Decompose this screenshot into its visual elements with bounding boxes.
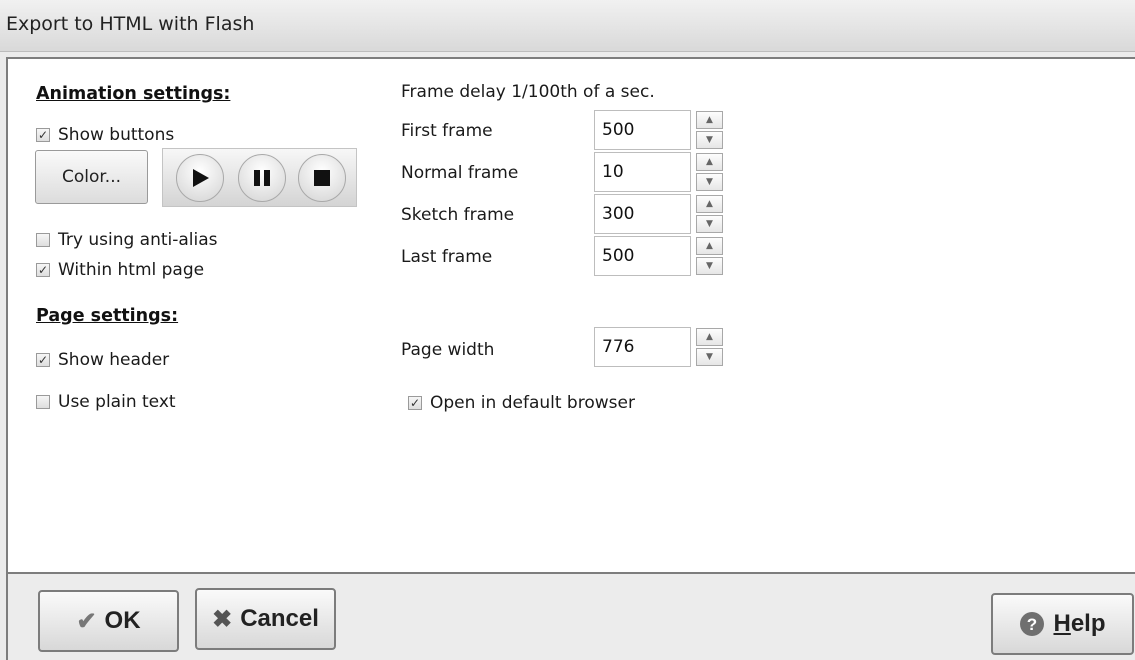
spin-up-icon[interactable]: ▲ [696, 111, 723, 129]
show-header-label: Show header [58, 350, 170, 370]
ok-label: OK [104, 607, 141, 634]
export-dialog: Export to HTML with Flash Animation sett… [0, 0, 1135, 660]
normal-frame-spinner[interactable]: ▲ ▼ [696, 153, 723, 191]
normal-frame-label: Normal frame [401, 163, 519, 183]
spin-down-icon[interactable]: ▼ [696, 257, 723, 275]
ok-button[interactable]: ✔ OK [38, 590, 179, 652]
open-browser-label: Open in default browser [430, 393, 635, 413]
spin-up-icon[interactable]: ▲ [696, 195, 723, 213]
play-icon [193, 169, 209, 187]
spin-up-icon[interactable]: ▲ [696, 153, 723, 171]
check-icon: ✓ [36, 263, 50, 277]
show-header-checkbox[interactable]: ✓ Show header [36, 350, 169, 370]
sketch-frame-spinner[interactable]: ▲ ▼ [696, 195, 723, 233]
last-frame-label: Last frame [401, 247, 493, 267]
frame-delay-heading: Frame delay 1/100th of a sec. [401, 82, 655, 102]
pause-button[interactable] [238, 154, 286, 202]
show-buttons-label: Show buttons [58, 125, 175, 145]
page-width-input[interactable]: 776 [594, 327, 691, 367]
plain-text-label: Use plain text [58, 392, 176, 412]
page-settings-heading: Page settings: [36, 306, 179, 326]
help-button[interactable]: ? Help [991, 593, 1134, 655]
window-title: Export to HTML with Flash [6, 13, 255, 35]
plain-text-checkbox[interactable]: Use plain text [36, 392, 176, 412]
unchecked-box-icon [36, 395, 50, 409]
spin-up-icon[interactable]: ▲ [696, 328, 723, 346]
cancel-label: Cancel [240, 605, 319, 632]
spin-down-icon[interactable]: ▼ [696, 173, 723, 191]
page-width-label: Page width [401, 340, 495, 360]
stop-icon [314, 170, 330, 186]
unchecked-box-icon [36, 233, 50, 247]
help-icon: ? [1020, 612, 1045, 636]
check-icon: ✓ [408, 396, 422, 410]
first-frame-spinner[interactable]: ▲ ▼ [696, 111, 723, 149]
svg-text:?: ? [1027, 615, 1037, 634]
first-frame-label: First frame [401, 121, 493, 141]
page-width-spinner[interactable]: ▲ ▼ [696, 328, 723, 366]
spin-down-icon[interactable]: ▼ [696, 348, 723, 366]
spin-down-icon[interactable]: ▼ [696, 131, 723, 149]
check-icon: ✓ [36, 353, 50, 367]
cross-icon: ✖ [212, 605, 233, 633]
within-html-checkbox[interactable]: ✓ Within html page [36, 260, 204, 280]
help-label: elp [1070, 610, 1106, 637]
last-frame-input[interactable]: 500 [594, 236, 691, 276]
spin-up-icon[interactable]: ▲ [696, 237, 723, 255]
cancel-button[interactable]: ✖ Cancel [195, 588, 336, 650]
normal-frame-input[interactable]: 10 [594, 152, 691, 192]
check-icon: ✓ [36, 128, 50, 142]
checkmark-icon: ✔ [76, 607, 97, 635]
play-button[interactable] [176, 154, 224, 202]
within-html-label: Within html page [58, 260, 205, 280]
first-frame-input[interactable]: 500 [594, 110, 691, 150]
color-button[interactable]: Color... [35, 150, 148, 204]
title-bar: Export to HTML with Flash [0, 0, 1135, 52]
show-buttons-checkbox[interactable]: ✓ Show buttons [36, 125, 174, 145]
sketch-frame-input[interactable]: 300 [594, 194, 691, 234]
help-mnemonic: H [1053, 610, 1071, 637]
spin-down-icon[interactable]: ▼ [696, 215, 723, 233]
open-browser-checkbox[interactable]: ✓ Open in default browser [408, 393, 635, 413]
anti-alias-label: Try using anti-alias [58, 230, 218, 250]
last-frame-spinner[interactable]: ▲ ▼ [696, 237, 723, 275]
stop-button[interactable] [298, 154, 346, 202]
anti-alias-checkbox[interactable]: Try using anti-alias [36, 230, 218, 250]
sketch-frame-label: Sketch frame [401, 205, 515, 225]
animation-settings-heading: Animation settings: [36, 84, 231, 104]
pause-icon [254, 170, 270, 186]
